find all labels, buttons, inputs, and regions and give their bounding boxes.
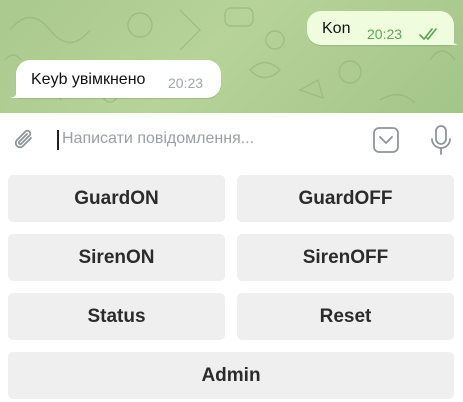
reply-keyboard: GuardON GuardOFF SirenON SirenOFF Status… [0, 165, 463, 402]
keyboard-toggle-button[interactable] [372, 126, 400, 154]
outgoing-message[interactable]: Kon 20:23 [307, 11, 460, 45]
microphone-icon[interactable] [428, 124, 454, 156]
message-input[interactable] [62, 127, 352, 151]
guard-on-button[interactable]: GuardON [8, 175, 225, 222]
siren-on-button[interactable]: SirenON [8, 234, 225, 281]
reset-button[interactable]: Reset [237, 293, 454, 340]
admin-button[interactable]: Admin [8, 352, 454, 399]
guard-off-button[interactable]: GuardOFF [237, 175, 454, 222]
telegram-chat-screen: Kon 20:23 Keyb увімкнено 20:23 Написати … [0, 0, 463, 402]
outgoing-bubble-tail [450, 35, 460, 45]
double-check-icon [419, 28, 437, 40]
chat-area[interactable]: Kon 20:23 Keyb увімкнено 20:23 [0, 0, 463, 113]
incoming-message-text: Keyb увімкнено [31, 71, 146, 88]
message-composer [0, 113, 463, 165]
text-caret [57, 130, 59, 150]
outgoing-message-time: 20:23 [367, 26, 403, 42]
incoming-message[interactable]: Keyb увімкнено 20:23 [9, 60, 221, 98]
status-button[interactable]: Status [8, 293, 225, 340]
paperclip-icon[interactable] [12, 127, 38, 153]
incoming-message-time: 20:23 [168, 75, 204, 91]
siren-off-button[interactable]: SirenOFF [237, 234, 454, 281]
incoming-bubble-tail [9, 88, 19, 98]
outgoing-message-text: Kon [322, 20, 351, 37]
